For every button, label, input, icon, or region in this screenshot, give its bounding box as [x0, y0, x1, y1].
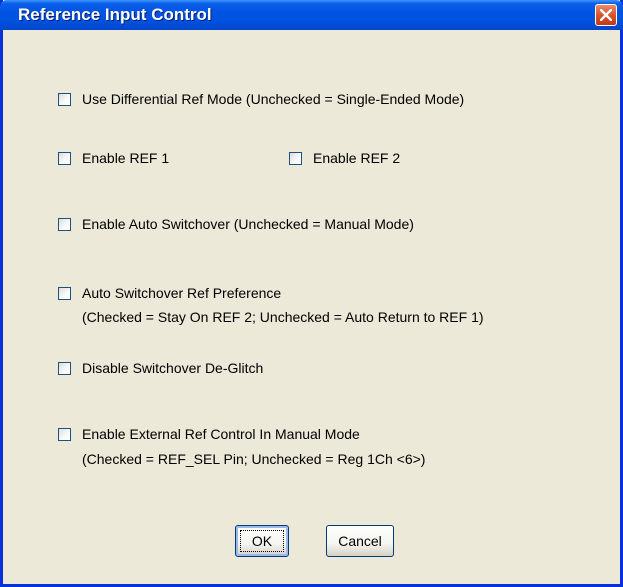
- external-ref-control-note: (Checked = REF_SEL Pin; Unchecked = Reg …: [82, 451, 426, 467]
- external-ref-control-label: Enable External Ref Control In Manual Mo…: [82, 426, 360, 442]
- disable-deglitch-option[interactable]: Disable Switchover De-Glitch: [58, 360, 378, 380]
- close-icon: [600, 9, 612, 21]
- enable-ref2-checkbox[interactable]: [289, 152, 302, 165]
- auto-switchover-preference-option[interactable]: Auto Switchover Ref Preference: [58, 285, 458, 305]
- differential-mode-checkbox[interactable]: [58, 93, 71, 106]
- disable-deglitch-label: Disable Switchover De-Glitch: [82, 360, 264, 376]
- external-ref-control-checkbox[interactable]: [58, 428, 71, 441]
- auto-switchover-label: Enable Auto Switchover (Unchecked = Manu…: [82, 216, 414, 232]
- cancel-button-label: Cancel: [338, 533, 382, 549]
- external-ref-control-option[interactable]: Enable External Ref Control In Manual Mo…: [58, 426, 478, 446]
- auto-switchover-preference-checkbox[interactable]: [58, 287, 71, 300]
- title-bar[interactable]: Reference Input Control: [0, 0, 623, 30]
- auto-switchover-checkbox[interactable]: [58, 218, 71, 231]
- differential-mode-label: Use Differential Ref Mode (Unchecked = S…: [82, 91, 465, 107]
- auto-switchover-preference-label: Auto Switchover Ref Preference: [82, 285, 282, 301]
- enable-ref1-checkbox[interactable]: [58, 152, 71, 165]
- dialog-title: Reference Input Control: [18, 5, 212, 24]
- differential-mode-option[interactable]: Use Differential Ref Mode (Unchecked = S…: [58, 91, 578, 111]
- ok-button-label: OK: [251, 533, 273, 549]
- cancel-button[interactable]: Cancel: [326, 525, 394, 557]
- enable-ref1-option[interactable]: Enable REF 1: [58, 150, 218, 170]
- enable-ref2-label: Enable REF 2: [313, 150, 401, 166]
- enable-ref2-option[interactable]: Enable REF 2: [289, 150, 449, 170]
- disable-deglitch-checkbox[interactable]: [58, 362, 71, 375]
- ok-button[interactable]: OK: [235, 525, 289, 557]
- auto-switchover-preference-note: (Checked = Stay On REF 2; Unchecked = Au…: [82, 309, 484, 325]
- auto-switchover-option[interactable]: Enable Auto Switchover (Unchecked = Manu…: [58, 216, 538, 236]
- close-button[interactable]: [595, 4, 617, 26]
- enable-ref1-label: Enable REF 1: [82, 150, 170, 166]
- reference-input-control-dialog: Reference Input Control Use Differential…: [0, 0, 623, 587]
